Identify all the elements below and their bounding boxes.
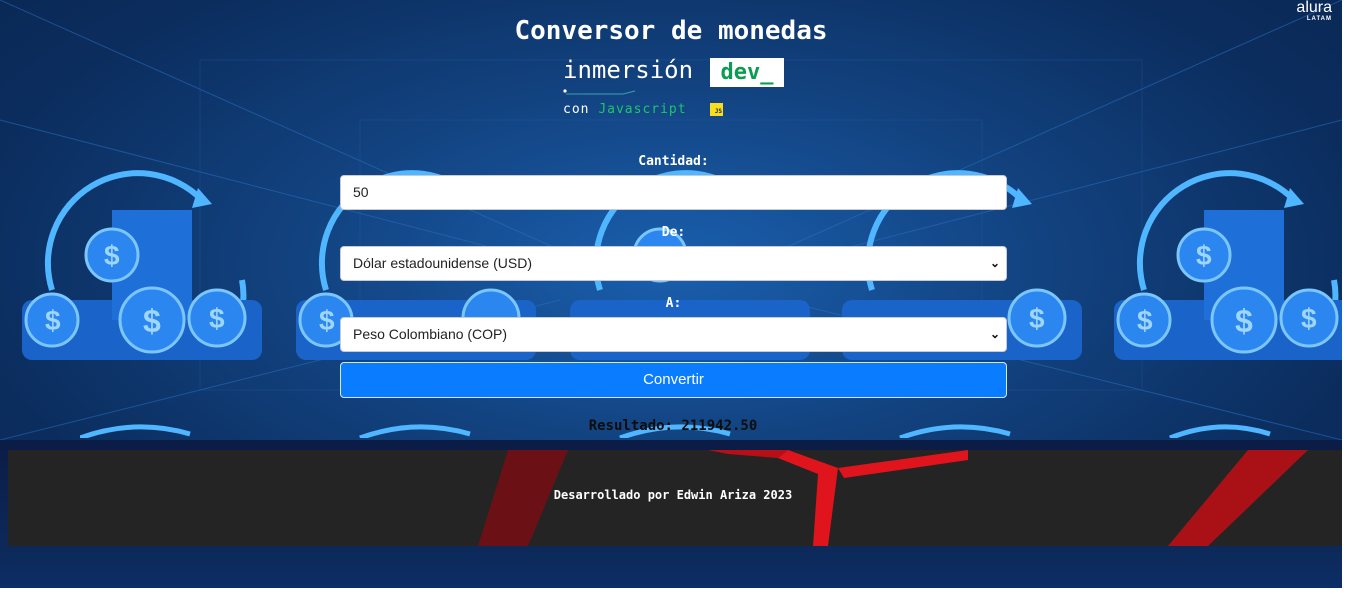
amount-input[interactable]: 50	[340, 175, 1007, 210]
svg-text:$: $	[319, 305, 335, 336]
to-currency-value: Peso Colombiano (COP)	[353, 326, 508, 342]
chevron-down-icon: ⌄	[989, 327, 1000, 341]
svg-text:$: $	[1029, 303, 1045, 334]
svg-text:$: $	[209, 303, 225, 334]
page-title: Conversor de monedas	[514, 16, 828, 46]
svg-text:$: $	[1196, 240, 1212, 271]
logo-dev-badge: dev_	[710, 58, 784, 87]
svg-text:$: $	[1301, 303, 1317, 334]
to-label: A:	[665, 296, 682, 311]
svg-text:$: $	[45, 305, 61, 336]
from-label: De:	[661, 225, 686, 240]
svg-text:$: $	[1235, 303, 1253, 339]
chevron-down-icon: ⌄	[989, 256, 1000, 270]
logo-sub-lang: Javascript	[598, 102, 687, 117]
amount-label: Cantidad:	[638, 154, 709, 169]
coin-stack-image: $ $ $ $	[22, 170, 262, 360]
page-edge	[1342, 0, 1346, 594]
brand-sub: LATAM	[1306, 16, 1332, 22]
svg-text:$: $	[104, 240, 120, 271]
result-text: Resultado: 211942.50	[588, 418, 758, 434]
footer-credit: Desarrollado por Edwin Ariza 2023	[553, 488, 793, 502]
svg-text:$: $	[143, 303, 161, 339]
logo-underline	[563, 89, 636, 95]
convert-button[interactable]: Convertir	[340, 362, 1007, 398]
js-badge-icon: JS	[710, 103, 723, 116]
logo-subtitle: con Javascript	[563, 102, 687, 117]
logo-sub-prefix: con	[563, 102, 590, 117]
from-currency-value: Dólar estadounidense (USD)	[353, 255, 532, 271]
brand-name: alura	[1296, 0, 1332, 16]
inmersion-dev-logo: inmersión dev_ con Javascript JS	[563, 56, 793, 122]
to-currency-select[interactable]: Peso Colombiano (COP) ⌄	[340, 317, 1007, 352]
logo-word: inmersión	[563, 56, 694, 84]
coin-stack-image: $ $ $ $	[1114, 170, 1342, 360]
from-currency-select[interactable]: Dólar estadounidense (USD) ⌄	[340, 246, 1007, 281]
svg-text:$: $	[1137, 305, 1153, 336]
alura-logo: alura LATAM	[1296, 0, 1332, 22]
